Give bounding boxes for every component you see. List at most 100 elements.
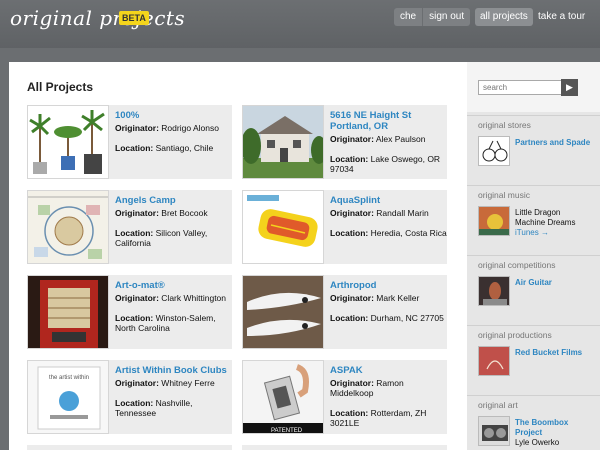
project-originator: Originator: Rodrigo Alonso	[115, 123, 232, 133]
project-location: Location: Silicon Valley, California	[115, 228, 232, 248]
location-label: Location:	[330, 408, 369, 418]
location-label: Location:	[330, 313, 369, 323]
all-projects-link[interactable]: all projects	[475, 8, 533, 26]
project-card[interactable]: AquaSplint Originator: Randall Marin Loc…	[242, 190, 447, 264]
productions-thumbnail[interactable]	[478, 346, 510, 376]
originator-value: Alex Paulson	[375, 134, 426, 144]
project-card[interactable]	[242, 445, 447, 450]
project-location: Location: Santiago, Chile	[115, 143, 232, 153]
project-card[interactable]	[27, 445, 232, 450]
originator-label: Originator:	[330, 293, 374, 303]
project-thumbnail[interactable]	[242, 190, 324, 264]
competitions-link[interactable]: Air Guitar	[515, 278, 552, 288]
project-originator: Originator: Ramon Middelkoop	[330, 378, 447, 398]
originator-label: Originator:	[115, 208, 159, 218]
section-original-music: original music Little Dragon Machine Dre…	[467, 185, 600, 255]
project-originator: Originator: Alex Paulson	[330, 134, 447, 144]
music-thumbnail[interactable]	[478, 206, 510, 236]
music-album: Machine Dreams	[515, 218, 576, 227]
project-location: Location: Durham, NC 27705	[330, 313, 447, 323]
competitions-thumbnail[interactable]	[478, 276, 510, 306]
originator-value: Rodrigo Alonso	[161, 123, 219, 133]
art-thumbnail[interactable]	[478, 416, 510, 446]
section-original-productions: original productions Red Bucket Films	[467, 325, 600, 395]
originator-label: Originator:	[115, 123, 159, 133]
project-title[interactable]: Angels Camp	[115, 195, 230, 206]
originator-value: Bret Bocook	[161, 208, 208, 218]
project-originator: Originator: Whitney Ferre	[115, 378, 232, 388]
project-title[interactable]: 100%	[115, 110, 230, 121]
page-title: All Projects	[27, 80, 94, 94]
main-content: All Projects 100% Originator: Rodrigo Al…	[9, 62, 467, 450]
project-card[interactable]: PATENTED ASPAK Originator: Ramon Middelk…	[242, 360, 447, 434]
project-title[interactable]: Art-o-mat®	[115, 280, 230, 291]
take-a-tour-link[interactable]: take a tour	[538, 8, 585, 26]
project-thumbnail[interactable]	[242, 275, 324, 349]
project-card[interactable]: 5616 NE Haight St Portland, OR Originato…	[242, 105, 447, 179]
originator-label: Originator:	[115, 293, 159, 303]
sidebar: ▶ original stores Partners and Spade ori…	[467, 62, 600, 450]
originator-label: Originator:	[115, 378, 159, 388]
section-original-stores: original stores Partners and Spade	[467, 115, 600, 185]
project-thumbnail[interactable]	[27, 275, 109, 349]
originator-label: Originator:	[330, 134, 374, 144]
project-card[interactable]: Art-o-mat® Originator: Clark Whittington…	[27, 275, 232, 349]
user-nav: che sign out	[394, 8, 471, 26]
project-thumbnail[interactable]	[242, 105, 324, 179]
originator-label: Originator:	[330, 378, 374, 388]
project-title[interactable]: ASPAK	[330, 365, 445, 376]
thumb-caption: PATENTED	[271, 428, 303, 434]
project-card[interactable]: the artist within Artist Within Book Clu…	[27, 360, 232, 434]
project-location: Location: Winston-Salem, North Carolina	[115, 313, 232, 333]
project-originator: Originator: Mark Keller	[330, 293, 447, 303]
project-card[interactable]: 100% Originator: Rodrigo Alonso Location…	[27, 105, 232, 179]
location-value: Heredia, Costa Rica	[370, 228, 447, 238]
project-location: Location: Nashville, Tennessee	[115, 398, 232, 418]
originator-value: Mark Keller	[376, 293, 420, 303]
productions-link[interactable]: Red Bucket Films	[515, 348, 582, 358]
location-label: Location:	[115, 143, 154, 153]
project-originator: Originator: Bret Bocook	[115, 208, 232, 218]
project-title[interactable]: AquaSplint	[330, 195, 445, 206]
project-card[interactable]: Arthropod Originator: Mark Keller Locati…	[242, 275, 447, 349]
originator-value: Randall Marin	[376, 208, 429, 218]
section-heading: original music	[478, 190, 530, 200]
section-original-art: original art The Boombox Project Lyle Ow…	[467, 395, 600, 450]
project-card[interactable]: Angels Camp Originator: Bret Bocook Loca…	[27, 190, 232, 264]
location-value: Durham, NC 27705	[370, 313, 444, 323]
search-area: ▶	[467, 62, 600, 112]
originator-value: Whitney Ferre	[161, 378, 215, 388]
sign-out-link[interactable]: sign out	[423, 8, 470, 26]
itunes-link[interactable]: iTunes →	[515, 228, 549, 238]
project-thumbnail[interactable]	[27, 190, 109, 264]
section-heading: original productions	[478, 330, 552, 340]
location-value: Santiago, Chile	[155, 143, 214, 153]
project-thumbnail[interactable]	[27, 105, 109, 179]
stores-thumbnail[interactable]	[478, 136, 510, 166]
music-artist: Little Dragon	[515, 208, 561, 217]
project-location: Location: Heredia, Costa Rica	[330, 228, 447, 238]
project-location: Location: Lake Oswego, OR 97034	[330, 154, 447, 174]
project-originator: Originator: Randall Marin	[330, 208, 447, 218]
project-thumbnail[interactable]: PATENTED	[242, 360, 324, 434]
project-thumbnail[interactable]: the artist within	[27, 360, 109, 434]
thumb-caption: the artist within	[49, 375, 89, 381]
location-label: Location:	[115, 398, 154, 408]
project-title[interactable]: 5616 NE Haight St Portland, OR	[330, 110, 445, 132]
location-label: Location:	[115, 228, 154, 238]
art-artist: Lyle Owerko	[515, 438, 560, 447]
originator-value: Clark Whittington	[161, 293, 227, 303]
stores-link[interactable]: Partners and Spade	[515, 138, 590, 148]
location-label: Location:	[330, 228, 369, 238]
project-title[interactable]: Artist Within Book Clubs	[115, 365, 230, 376]
user-link[interactable]: che	[394, 8, 422, 26]
section-heading: original art	[478, 400, 518, 410]
search-input[interactable]	[478, 80, 566, 95]
site-logo[interactable]: original projects	[10, 6, 185, 30]
top-header: original projects BETA che sign out all …	[0, 0, 600, 48]
search-button[interactable]: ▶	[561, 79, 578, 96]
art-link[interactable]: The Boombox Project	[515, 418, 595, 438]
location-label: Location:	[115, 313, 154, 323]
project-title[interactable]: Arthropod	[330, 280, 445, 291]
project-originator: Originator: Clark Whittington	[115, 293, 232, 303]
